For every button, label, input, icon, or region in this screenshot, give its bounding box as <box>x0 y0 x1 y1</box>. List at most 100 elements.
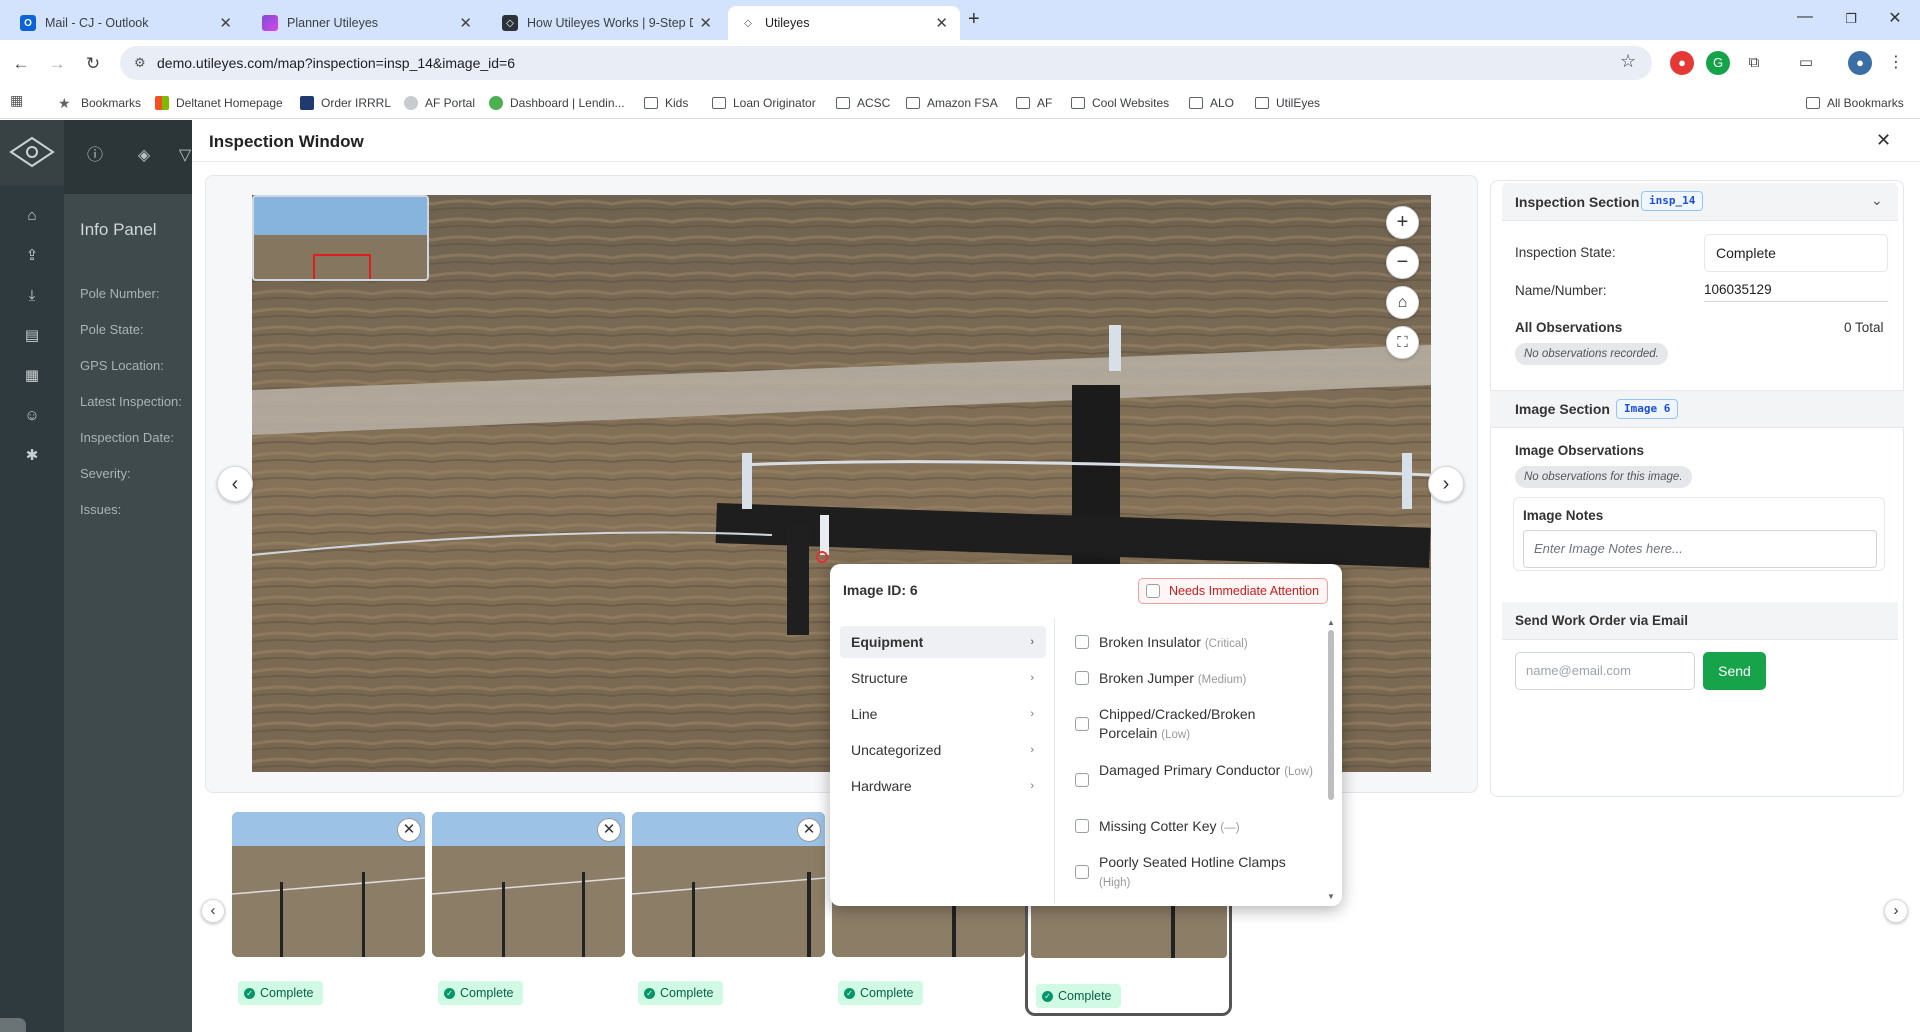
folder-icon <box>1071 97 1085 109</box>
close-icon[interactable]: ✕ <box>1876 130 1891 151</box>
observation-item[interactable]: Chipped/Cracked/Broken Porcelain (Low) <box>1075 705 1315 745</box>
close-window-button[interactable]: ✕ <box>1880 8 1910 28</box>
observation-checkbox[interactable] <box>1075 717 1089 731</box>
image-observations-label: Image Observations <box>1515 443 1645 458</box>
next-image-button[interactable]: › <box>1428 466 1464 502</box>
microsoft-icon <box>155 96 169 110</box>
needs-attention-toggle[interactable]: Needs Immediate Attention <box>1138 578 1328 604</box>
grammarly-icon[interactable]: G <box>1706 51 1730 75</box>
menu-icon[interactable]: ⋮ <box>1884 51 1908 75</box>
apps-grid-icon[interactable]: ▦ <box>10 92 23 109</box>
observation-checkbox[interactable] <box>1075 819 1089 833</box>
bookmark-item[interactable]: Deltanet Homepage <box>155 92 283 114</box>
observation-checkbox[interactable] <box>1075 635 1089 649</box>
collapse-handle[interactable] <box>0 1018 26 1032</box>
inspection-state-select[interactable]: Complete <box>1704 234 1888 272</box>
bookmark-item[interactable]: ★ Bookmarks <box>58 92 141 114</box>
work-order-title: Send Work Order via Email <box>1515 613 1689 628</box>
back-button[interactable]: ← <box>8 52 34 76</box>
tab-how-utileyes-works[interactable]: ◇ How Utileyes Works | 9-Step Dr ✕ <box>490 6 724 40</box>
cast-icon[interactable]: ▭ <box>1794 51 1818 75</box>
zoom-out-button[interactable]: − <box>1386 246 1419 279</box>
observation-item[interactable]: Missing Cotter Key (—) <box>1075 817 1315 838</box>
close-icon[interactable]: ✕ <box>935 14 948 32</box>
observation-item[interactable]: Broken Jumper (Medium) <box>1075 669 1315 690</box>
bookmark-folder[interactable]: ACSC <box>836 92 890 114</box>
thumb-prev-button[interactable]: ‹ <box>201 899 225 923</box>
category-hardware[interactable]: Hardware › <box>840 770 1046 802</box>
close-icon[interactable]: ✕ <box>219 14 232 32</box>
minimize-button[interactable]: — <box>1790 8 1820 26</box>
users-icon[interactable]: ☺ <box>20 404 44 428</box>
layers-icon[interactable]: ◈ <box>131 143 157 169</box>
bookmark-folder[interactable]: ALO <box>1189 92 1234 114</box>
observation-checkbox[interactable] <box>1075 773 1089 787</box>
chevron-down-icon[interactable]: ⌄ <box>1871 192 1883 209</box>
remove-thumbnail-icon[interactable]: ✕ <box>397 818 421 842</box>
home-icon[interactable]: ⌂ <box>20 204 44 228</box>
thumbnail-2[interactable] <box>432 812 625 957</box>
observation-checkbox[interactable] <box>1075 671 1089 685</box>
map-icon[interactable]: ▤ <box>20 324 44 348</box>
observation-checkbox[interactable] <box>1075 865 1089 879</box>
forward-button[interactable]: → <box>44 52 70 76</box>
tab-outlook[interactable]: O Mail - CJ - Outlook ✕ <box>8 6 244 40</box>
bookmark-folder[interactable]: AF <box>1016 92 1052 114</box>
folder-icon <box>1016 97 1030 109</box>
bookmark-item[interactable]: Order IRRRL <box>300 92 391 114</box>
bookmark-folder[interactable]: Cool Websites <box>1071 92 1169 114</box>
extension-red-icon[interactable]: ● <box>1670 51 1694 75</box>
thumbnail-1[interactable] <box>232 812 425 957</box>
close-icon[interactable]: ✕ <box>699 14 712 32</box>
observation-item[interactable]: Damaged Primary Conductor (Low) <box>1075 761 1315 787</box>
category-equipment[interactable]: Equipment › <box>840 626 1046 658</box>
avatar[interactable]: ● <box>1848 51 1872 75</box>
remove-thumbnail-icon[interactable]: ✕ <box>797 818 821 842</box>
tab-utileyes[interactable]: ◇ Utileyes ✕ <box>728 6 960 40</box>
url-text[interactable]: demo.utileyes.com/map?inspection=insp_14… <box>157 55 515 71</box>
scroll-up-icon[interactable]: ▲ <box>1327 618 1335 627</box>
previous-image-button[interactable]: ‹ <box>217 466 253 502</box>
download-icon[interactable]: ⤓ <box>20 284 44 308</box>
send-button[interactable]: Send <box>1703 652 1766 690</box>
restore-button[interactable]: ❐ <box>1836 11 1866 27</box>
thumb-next-button[interactable]: › <box>1884 899 1908 923</box>
observation-item[interactable]: Broken Insulator (Critical) <box>1075 633 1315 654</box>
reload-button[interactable]: ↻ <box>80 52 106 76</box>
thumbnail-3[interactable] <box>632 812 825 957</box>
bookmark-folder[interactable]: Kids <box>644 92 688 114</box>
site-info-icon[interactable]: ⚙ <box>134 55 146 71</box>
category-uncategorized[interactable]: Uncategorized › <box>840 734 1046 766</box>
settings-icon[interactable]: ✱ <box>20 444 44 468</box>
info-icon[interactable]: ⓘ <box>82 143 108 169</box>
bookmark-item[interactable]: Dashboard | Lendin... <box>489 92 625 114</box>
tab-planner[interactable]: Planner Utileyes ✕ <box>250 6 484 40</box>
scroll-down-icon[interactable]: ▼ <box>1327 892 1335 901</box>
name-number-field[interactable]: 106035129 <box>1704 282 1888 302</box>
image-notes-input[interactable]: Enter Image Notes here... <box>1523 530 1877 568</box>
upload-icon[interactable]: ⇪ <box>20 244 44 268</box>
calendar-icon[interactable]: ▦ <box>20 364 44 388</box>
remove-thumbnail-icon[interactable]: ✕ <box>597 818 621 842</box>
attention-checkbox[interactable] <box>1146 584 1160 598</box>
bookmark-star-icon[interactable]: ☆ <box>1620 51 1636 72</box>
filter-icon[interactable]: ▽ <box>178 143 192 169</box>
fullscreen-button[interactable]: ⛶ <box>1386 326 1419 359</box>
bookmark-item[interactable]: AF Portal <box>404 92 475 114</box>
bookmark-folder[interactable]: UtilEyes <box>1255 92 1320 114</box>
home-view-button[interactable]: ⌂ <box>1386 286 1419 319</box>
bookmark-folder[interactable]: Amazon FSA <box>906 92 998 114</box>
minimap[interactable] <box>252 195 429 281</box>
email-input[interactable]: name@email.com <box>1515 652 1695 690</box>
close-icon[interactable]: ✕ <box>459 14 472 32</box>
popup-scrollbar[interactable] <box>1328 630 1334 800</box>
observation-item[interactable]: Poorly Seated Hotline Clamps (High) <box>1075 853 1315 893</box>
category-line[interactable]: Line › <box>840 698 1046 730</box>
dashboard-icon <box>489 96 503 110</box>
extensions-icon[interactable]: ⧉ <box>1742 51 1766 75</box>
bookmark-folder[interactable]: Loan Originator <box>712 92 816 114</box>
category-structure[interactable]: Structure › <box>840 662 1046 694</box>
new-tab-button[interactable]: + <box>968 8 980 31</box>
all-bookmarks[interactable]: All Bookmarks <box>1806 92 1904 114</box>
zoom-in-button[interactable]: + <box>1386 206 1419 239</box>
